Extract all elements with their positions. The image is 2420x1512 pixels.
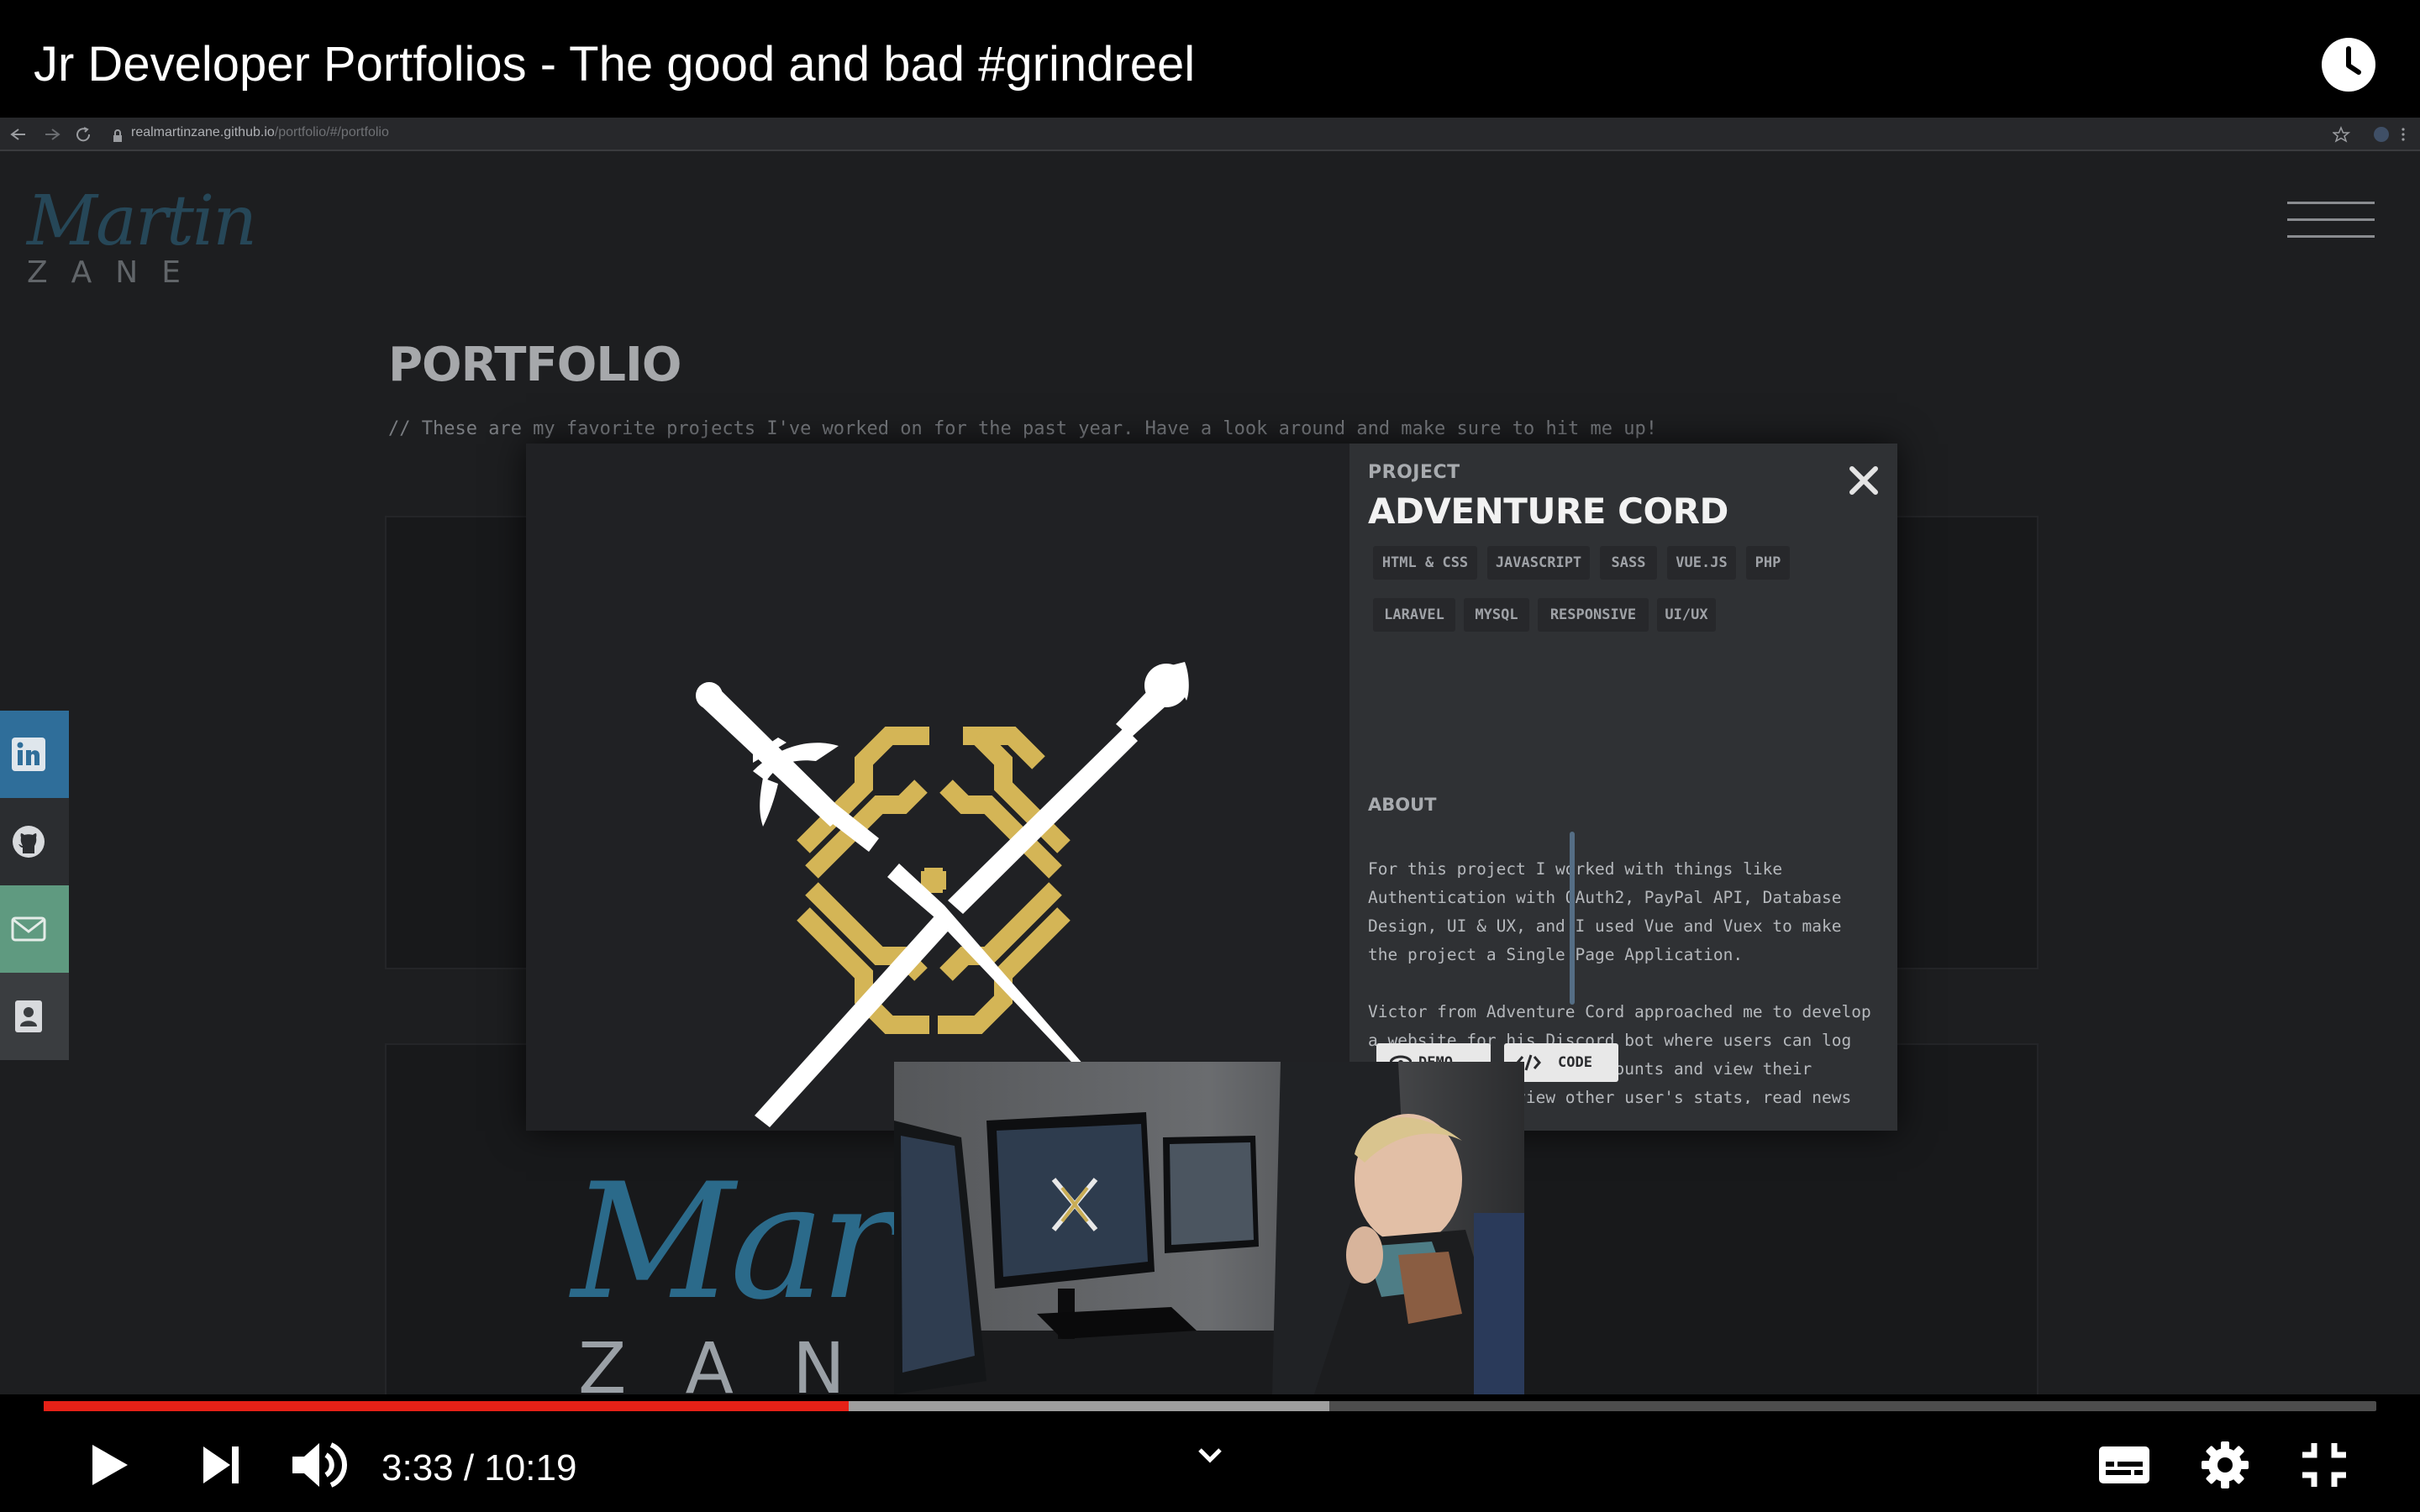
exit-fullscreen-button[interactable] bbox=[2299, 1440, 2349, 1494]
time-display: 3:33 / 10:19 bbox=[381, 1443, 576, 1494]
social-mail[interactable] bbox=[0, 885, 69, 973]
tag: VUE.JS bbox=[1667, 546, 1736, 580]
next-button[interactable] bbox=[198, 1441, 245, 1493]
browser-nav-icons bbox=[10, 127, 91, 142]
address-bar[interactable]: realmartinzane.github.io/portfolio/#/por… bbox=[131, 125, 389, 140]
page-subtitle: // These are my favorite projects I've w… bbox=[388, 418, 1657, 439]
project-details-panel: PROJECT ADVENTURE CORD HTML & CSS JAVASC… bbox=[1349, 444, 1897, 1131]
video-title-bar: Jr Developer Portfolios - The good and b… bbox=[0, 0, 2420, 118]
project-title: ADVENTURE CORD bbox=[1368, 491, 1728, 532]
tag: PHP bbox=[1746, 546, 1790, 580]
logo-script-text: Martin bbox=[27, 181, 257, 261]
tag: LARAVEL bbox=[1373, 598, 1455, 632]
project-image bbox=[526, 444, 1349, 1131]
lock-icon bbox=[113, 129, 122, 142]
tag: UI/UX bbox=[1657, 598, 1716, 632]
browser-extension-icons bbox=[2333, 126, 2405, 143]
description-scrollbar-thumb[interactable] bbox=[1570, 832, 1575, 1005]
url-path: /portfolio/#/portfolio bbox=[274, 125, 389, 139]
webcam-overlay bbox=[894, 1062, 1524, 1394]
tag: MYSQL bbox=[1464, 598, 1529, 632]
play-button[interactable] bbox=[84, 1440, 134, 1494]
project-modal: PROJECT ADVENTURE CORD HTML & CSS JAVASC… bbox=[526, 444, 1897, 1131]
tag: SASS bbox=[1600, 546, 1657, 580]
played-bar bbox=[44, 1401, 849, 1411]
tech-tags: HTML & CSS JAVASCRIPT SASS VUE.JS PHP LA… bbox=[1373, 546, 1877, 655]
gear-icon bbox=[2202, 1441, 2249, 1488]
video-title[interactable]: Jr Developer Portfolios - The good and b… bbox=[34, 35, 1195, 94]
captions-button[interactable] bbox=[2097, 1443, 2151, 1491]
webcam-image bbox=[894, 1062, 1524, 1394]
exit-fullscreen-icon bbox=[2302, 1443, 2346, 1487]
settings-button[interactable] bbox=[2198, 1438, 2252, 1496]
volume-button[interactable] bbox=[289, 1440, 348, 1494]
subtitles-icon bbox=[2099, 1446, 2149, 1483]
site-logo[interactable]: Martin ZANE bbox=[22, 181, 257, 291]
github-icon bbox=[13, 826, 45, 858]
tag: JAVASCRIPT bbox=[1487, 546, 1590, 580]
skip-next-icon bbox=[203, 1446, 239, 1483]
expand-chevron-button[interactable] bbox=[1197, 1445, 1223, 1469]
adventure-cord-logo-icon bbox=[696, 662, 1189, 1127]
page-title: PORTFOLIO bbox=[388, 338, 681, 392]
chevron-down-icon bbox=[1198, 1448, 1222, 1463]
volume-icon bbox=[292, 1442, 347, 1488]
watch-later-icon[interactable] bbox=[2321, 37, 2376, 92]
social-contact[interactable] bbox=[0, 973, 69, 1060]
close-icon[interactable] bbox=[1845, 462, 1882, 499]
player-controls: 3:33 / 10:19 bbox=[0, 1394, 2420, 1512]
current-time: 3:33 / 10:19 bbox=[381, 1447, 577, 1488]
url-host: realmartinzane.github.io bbox=[131, 125, 275, 139]
progress-bar[interactable] bbox=[44, 1401, 2376, 1411]
code-label: CODE bbox=[1558, 1054, 1592, 1071]
logo-block-text: ZANE bbox=[27, 255, 204, 290]
linkedin-icon bbox=[12, 738, 45, 771]
mail-icon bbox=[11, 916, 46, 942]
project-label: PROJECT bbox=[1368, 462, 1460, 483]
browser-toolbar: realmartinzane.github.io/portfolio/#/por… bbox=[0, 118, 2420, 151]
social-linkedin[interactable] bbox=[0, 711, 69, 798]
tag: HTML & CSS bbox=[1373, 546, 1477, 580]
social-github[interactable] bbox=[0, 798, 69, 885]
tag: RESPONSIVE bbox=[1538, 598, 1649, 632]
video-frame[interactable]: realmartinzane.github.io/portfolio/#/por… bbox=[0, 118, 2420, 1394]
play-icon bbox=[92, 1445, 128, 1485]
about-label: ABOUT bbox=[1368, 795, 1437, 815]
contact-card-icon bbox=[15, 1000, 42, 1032]
description-paragraph: For this project I worked with things li… bbox=[1368, 859, 1842, 964]
hamburger-menu-icon[interactable] bbox=[2287, 202, 2375, 240]
